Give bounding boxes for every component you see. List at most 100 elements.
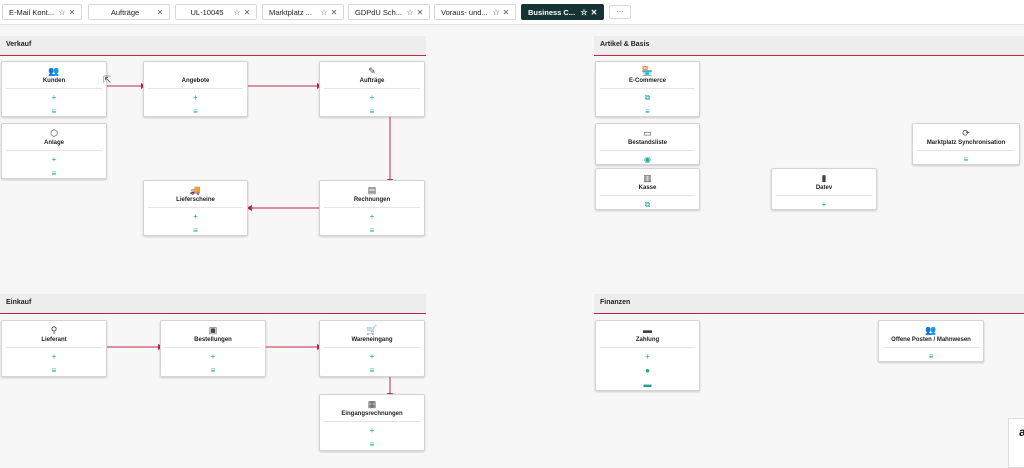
card-bestandsliste[interactable]: ▭ Bestandsliste ◉ [595,123,700,165]
divider [148,88,243,89]
box-icon: ⬡ [50,128,58,138]
list-icon[interactable]: ≡ [879,352,983,362]
card-title: Lieferant [41,337,67,343]
link-icon[interactable]: ⧉ [596,93,699,103]
card-title: Zahlung [635,337,660,343]
card-lieferant[interactable]: ⚲ Lieferant + ≡ [1,320,107,377]
card-title: Eingangsrechnungen [341,411,403,417]
list-icon[interactable]: ≡ [2,366,106,376]
sync-icon: ⟳ [962,128,970,138]
truck-icon: 🚚 [189,185,202,195]
add-icon[interactable]: + [772,200,876,210]
person-icon[interactable]: ● [596,366,699,376]
cart-icon: 🛒 [366,325,378,335]
add-icon[interactable]: + [320,93,424,103]
document-icon: ▮ [821,173,827,183]
users-icon: 👥 [48,66,60,76]
divider [324,347,420,348]
card-title: Bestandsliste [627,140,667,146]
list-icon[interactable]: ≡ [320,440,424,450]
add-icon[interactable]: + [144,93,247,103]
package-icon: ▣ [208,325,218,335]
supplier-icon: ⚲ [50,325,58,335]
register-icon: ▥ [643,173,652,183]
external-link-icon[interactable]: ⧉ [596,200,699,210]
divider [600,347,695,348]
add-icon[interactable]: + [144,212,247,222]
list-icon[interactable]: ≡ [320,226,424,236]
inventory-icon: ▭ [643,128,652,138]
offers-icon [144,65,247,77]
card-title: E-Commerce [628,78,666,84]
add-icon[interactable]: + [596,352,699,362]
mouse-cursor-icon: ⇱ [103,75,112,86]
store-icon: 🏪 [641,66,654,76]
divider [148,207,243,208]
add-icon[interactable]: + [320,212,424,222]
card-datev[interactable]: ▮ Datev + [771,168,877,210]
list-icon[interactable]: ≡ [913,155,1019,165]
credit-card-icon[interactable]: ▬ [596,380,699,390]
card-kunden[interactable]: 👥 Kunden + ≡ [1,61,107,117]
card-eingangsrechnungen[interactable]: ▦ Eingangsrechnungen + ≡ [319,394,425,451]
divider [6,150,102,151]
list-icon[interactable]: ≡ [596,107,699,117]
card-title: Angebote [181,78,210,84]
receipt-icon: ▤ [367,185,377,195]
card-kasse[interactable]: ▥ Kasse ⧉ [595,168,700,210]
divider [324,207,420,208]
divider [324,88,420,89]
card-auftraege[interactable]: ✎ Aufträge + ≡ [319,61,425,117]
list-icon[interactable]: ≡ [320,366,424,376]
add-icon[interactable]: + [320,352,424,362]
add-icon[interactable]: + [320,426,424,436]
list-icon[interactable]: ≡ [2,169,106,179]
divider [883,347,979,348]
payment-icon: ▬ [643,325,652,335]
card-zahlung[interactable]: ▬ Zahlung + ● ▬ [595,320,700,391]
card-title: Kunden [42,78,66,84]
card-title: Offene Posten / Mahnwesen [891,337,971,343]
divider [776,195,872,196]
divider [324,421,420,422]
corner-widget[interactable]: a [1008,418,1024,468]
card-title: Wareneingang [351,337,393,343]
card-lieferscheine[interactable]: 🚚 Lieferscheine + ≡ [143,180,248,236]
divider [600,195,695,196]
card-title: Lieferscheine [176,197,215,203]
divider [917,150,1015,151]
divider [600,88,695,89]
list-icon[interactable]: ≡ [2,107,106,117]
people-icon: 👥 [925,325,937,335]
add-icon[interactable]: + [2,155,106,165]
card-rechnungen[interactable]: ▤ Rechnungen + ≡ [319,180,425,236]
card-anlage[interactable]: ⬡ Anlage + ≡ [1,123,107,179]
card-title: Kasse [638,185,657,191]
divider [6,347,102,348]
list-icon[interactable]: ≡ [144,226,247,236]
card-title: Anlage [43,140,64,146]
divider [600,150,695,151]
eye-icon[interactable]: ◉ [596,155,699,165]
invoice-icon: ▦ [367,399,377,409]
card-offene-posten-mahnwesen[interactable]: 👥 Offene Posten / Mahnwesen ≡ [878,320,984,362]
list-icon[interactable]: ≡ [161,366,265,376]
divider [6,88,102,89]
list-icon[interactable]: ≡ [320,107,424,117]
card-angebote[interactable]: Angebote + ≡ [143,61,248,117]
list-icon[interactable]: ≡ [144,107,247,117]
add-icon[interactable]: + [2,93,106,103]
card-title: Marktplatz Synchronisation [926,140,1006,146]
card-title: Rechnungen [353,197,391,203]
checklist-edit-icon: ✎ [368,66,376,76]
card-wareneingang[interactable]: 🛒 Wareneingang + ≡ [319,320,425,377]
card-title: Aufträge [359,78,385,84]
card-title: Datev [815,185,833,191]
card-bestellungen[interactable]: ▣ Bestellungen + ≡ [160,320,266,377]
add-icon[interactable]: + [161,352,265,362]
card-marktplatz-synchronisation[interactable]: ⟳ Marktplatz Synchronisation ≡ [912,123,1020,165]
card-ecommerce[interactable]: 🏪 E-Commerce ⧉ ≡ [595,61,700,117]
divider [165,347,261,348]
card-title: Bestellungen [194,337,232,343]
add-icon[interactable]: + [2,352,106,362]
